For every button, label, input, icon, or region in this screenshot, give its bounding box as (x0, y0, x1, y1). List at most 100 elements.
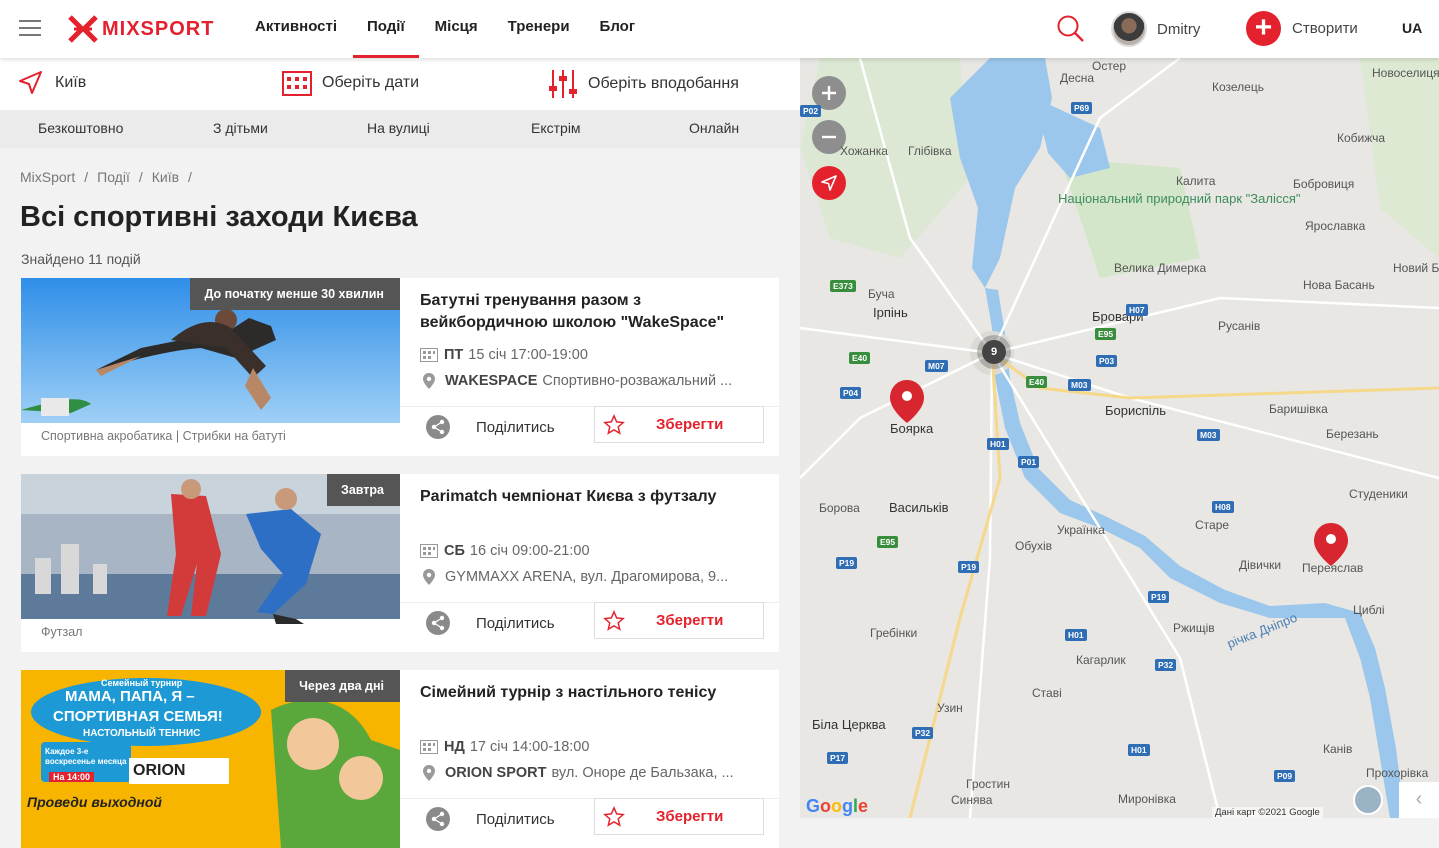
quick-tags: Безкоштовно З дітьми На вулиці Екстрім О… (0, 110, 800, 148)
road-shield: P69 (1071, 102, 1093, 114)
map-label: Узин (937, 701, 963, 715)
event-date: СБ 16 січ 09:00-21:00 (420, 543, 590, 559)
map-label: Гребінки (870, 626, 918, 640)
event-badge: До початку менше 30 хвилин (190, 278, 400, 310)
road-shield: P32 (912, 727, 934, 739)
map-pin-icon (423, 569, 435, 585)
locate-me-button[interactable] (812, 166, 846, 200)
card-actions: Поділитись Зберегти (400, 798, 779, 848)
map-label: Велика Димерка (1114, 261, 1207, 275)
event-title[interactable]: Parimatch чемпіонат Києва з футзалу (420, 486, 765, 508)
event-card[interactable]: Завтра Футзал Parimatch чемпіонат Києва … (21, 474, 779, 652)
preferences-filter[interactable]: Оберіть вподобання (548, 70, 739, 98)
city-filter[interactable]: Київ (17, 70, 86, 96)
dates-filter[interactable]: Оберіть дати (282, 70, 419, 96)
park-label: Національний природний парк "Залісся" (1058, 191, 1301, 206)
map-label: Українка (1057, 523, 1105, 537)
road-shield: E95 (877, 536, 899, 548)
user-menu[interactable]: Dmitry (1111, 11, 1200, 47)
tag-online[interactable]: Онлайн (689, 120, 739, 136)
share-button[interactable]: Поділитись (426, 611, 555, 635)
chevron-left-icon[interactable]: ‹ (1399, 782, 1439, 818)
card-actions: Поділитись Зберегти (400, 602, 779, 652)
road-shield: P03 (1096, 355, 1118, 367)
search-icon[interactable] (1055, 13, 1085, 43)
star-icon (603, 610, 625, 631)
event-location: WAKESPACE Спортивно-розважальний ... (420, 372, 732, 390)
share-icon (426, 611, 450, 635)
event-location: ORION SPORT вул. Оноре де Бальзака, ... (420, 764, 734, 782)
tag-with-kids[interactable]: З дітьми (213, 120, 268, 136)
map-label: Калита (1176, 174, 1216, 188)
map-label: Березань (1326, 427, 1379, 441)
poster-line7: ORION (133, 762, 186, 779)
map-label: Синява (951, 793, 993, 807)
event-map-pin[interactable] (890, 378, 924, 422)
event-card[interactable]: Семейный турнир МАМА, ПАПА, Я – СПОРТИВН… (21, 670, 779, 848)
nav-blog[interactable]: Блог (600, 0, 636, 58)
logo[interactable]: MIXSPORT (68, 14, 214, 44)
calendar-icon (420, 740, 438, 754)
calendar-icon (420, 544, 438, 558)
results-count: Знайдено 11 подій (21, 251, 141, 267)
user-name: Dmitry (1157, 20, 1201, 38)
map-cluster-marker[interactable]: 9 (982, 340, 1006, 364)
share-button[interactable]: Поділитись (426, 807, 555, 831)
road-shield: P19 (1148, 591, 1170, 603)
save-button[interactable]: Зберегти (594, 798, 764, 835)
breadcrumb-events[interactable]: Події (97, 169, 130, 185)
event-venue: WAKESPACE (445, 373, 538, 389)
menu-icon[interactable] (19, 20, 41, 36)
map-label: Кобижча (1337, 131, 1386, 145)
event-card[interactable]: До початку менше 30 хвилин Спортивна акр… (21, 278, 779, 456)
share-label: Поділитись (476, 614, 555, 632)
nav-trainers[interactable]: Тренери (508, 0, 570, 58)
road-shield: P19 (958, 561, 980, 573)
map-label: Нова Басань (1303, 278, 1375, 292)
plus-icon (822, 86, 836, 100)
create-label: Створити (1292, 20, 1358, 37)
tag-outdoor[interactable]: На вулиці (367, 120, 430, 136)
map-label: Буча (868, 287, 895, 301)
save-label: Зберегти (656, 416, 724, 433)
nav-events[interactable]: Події (353, 0, 419, 58)
poster-line8: Проведи выходной (27, 794, 162, 810)
tag-extreme[interactable]: Екстрім (531, 120, 581, 136)
save-button[interactable]: Зберегти (594, 406, 764, 443)
map-label: Гростин (966, 777, 1010, 791)
event-image[interactable]: Семейный турнир МАМА, ПАПА, Я – СПОРТИВН… (21, 670, 400, 848)
map-label: Ржищів (1173, 621, 1215, 635)
event-day: НД (444, 739, 465, 755)
event-map-pin[interactable] (1314, 521, 1348, 565)
nav-activities[interactable]: Активності (255, 0, 337, 58)
share-button[interactable]: Поділитись (426, 415, 555, 439)
create-button[interactable]: + Створити (1246, 11, 1358, 46)
nav-places[interactable]: Місця (435, 0, 478, 58)
map-label: Обухів (1015, 539, 1052, 553)
event-title[interactable]: Сімейний турнір з настільного тенісу (420, 682, 765, 704)
road-shield: M03 (1197, 429, 1220, 441)
street-view-icon[interactable] (1353, 785, 1383, 815)
event-title[interactable]: Батутні тренування разом з вейкбордичною… (420, 290, 765, 334)
poster-line5: Каждое 3-е воскресенье месяца (45, 747, 127, 766)
event-image[interactable]: Завтра Футзал (21, 474, 400, 652)
map-label: Десна (1060, 71, 1095, 85)
map-label: Русанів (1218, 319, 1261, 333)
map-label: Хожанка (840, 144, 888, 158)
events-map[interactable]: Остер Десна Козелець Новоселиця Кобижча … (800, 58, 1439, 818)
map-label: Васильків (889, 500, 949, 515)
save-label: Зберегти (656, 612, 724, 629)
map-label: Новий Бик (1393, 261, 1439, 275)
tag-free[interactable]: Безкоштовно (38, 120, 123, 136)
map-label: Старе (1195, 518, 1230, 532)
save-button[interactable]: Зберегти (594, 602, 764, 639)
breadcrumb-home[interactable]: MixSport (20, 169, 75, 185)
breadcrumb-city[interactable]: Київ (152, 169, 179, 185)
road-shield: H01 (1065, 629, 1087, 641)
event-image[interactable]: До початку менше 30 хвилин Спортивна акр… (21, 278, 400, 456)
language-switch[interactable]: UA (1402, 20, 1422, 36)
location-arrow-icon (19, 71, 42, 94)
map-label: Баришівка (1269, 402, 1328, 416)
map-label: Боярка (890, 421, 934, 436)
event-badge: Завтра (326, 474, 400, 506)
